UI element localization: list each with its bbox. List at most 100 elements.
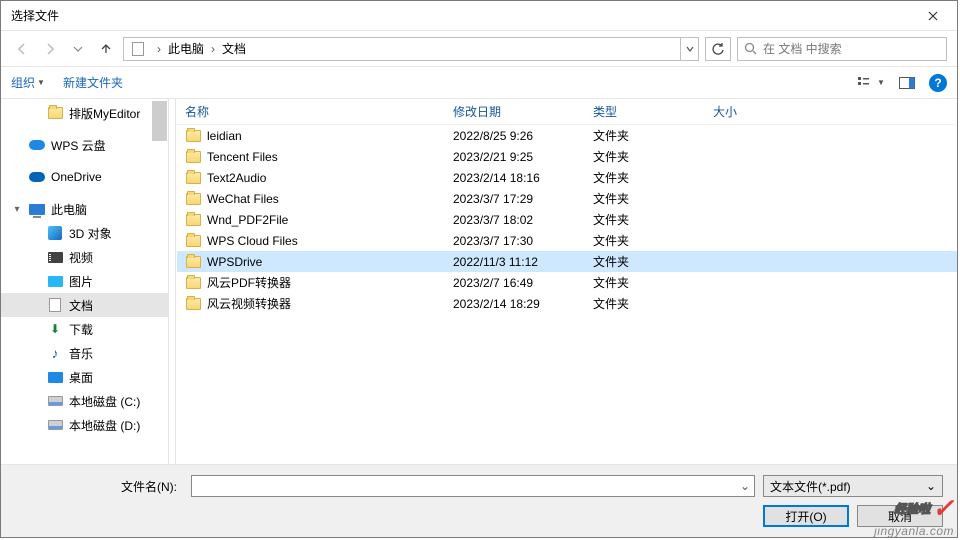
file-name: WPS Cloud Files	[207, 234, 298, 248]
address-bar[interactable]: › 此电脑 › 文档	[123, 37, 699, 61]
folder-icon	[185, 233, 201, 249]
tree-item[interactable]: OneDrive	[1, 165, 168, 189]
tree-item-label: OneDrive	[51, 170, 102, 184]
tree-item-label: 下载	[69, 321, 93, 338]
nav-recent-button[interactable]	[67, 38, 89, 60]
tree-item[interactable]: ⬇下载	[1, 317, 168, 341]
file-type: 文件夹	[585, 211, 705, 228]
file-row[interactable]: Text2Audio2023/2/14 18:16文件夹	[177, 167, 957, 188]
file-name: 风云PDF转换器	[207, 274, 291, 291]
organize-button[interactable]: 组织▼	[11, 74, 45, 91]
file-name: Wnd_PDF2File	[207, 213, 288, 227]
folder-icon	[185, 149, 201, 165]
scrollbar-thumb[interactable]	[152, 101, 167, 141]
refresh-button[interactable]	[705, 37, 731, 61]
dialog-body: 排版MyEditor WPS 云盘 OneDrive ▾此电脑3D 对象视频图片文档⬇…	[1, 99, 957, 464]
tree-item-label: 桌面	[69, 369, 93, 386]
tree-item[interactable]: 3D 对象	[1, 221, 168, 245]
new-folder-button[interactable]: 新建文件夹	[63, 74, 123, 91]
tree-item[interactable]: 本地磁盘 (C:)	[1, 389, 168, 413]
cancel-button[interactable]: 取消	[857, 505, 943, 527]
folder-icon	[185, 128, 201, 144]
folder-icon	[185, 170, 201, 186]
tree-item-label: 排版MyEditor	[69, 105, 140, 122]
column-headers: 名称 修改日期 类型 大小	[177, 99, 957, 125]
nav-forward-button[interactable]	[39, 38, 61, 60]
file-row[interactable]: 风云视频转换器 2023/2/14 18:29文件夹	[177, 293, 957, 314]
obj-icon	[47, 225, 63, 241]
file-name: WPSDrive	[207, 255, 262, 269]
col-type[interactable]: 类型	[585, 103, 705, 120]
tree-item[interactable]: 视频	[1, 245, 168, 269]
path-seg-root[interactable]: 此电脑	[166, 38, 206, 60]
tree-item-label: 图片	[69, 273, 93, 290]
splitter[interactable]	[169, 99, 176, 464]
folder-icon	[185, 275, 201, 291]
help-button[interactable]: ?	[929, 74, 947, 92]
file-name: Text2Audio	[207, 171, 266, 185]
file-rows: leidian2022/8/25 9:26文件夹Tencent Files202…	[177, 125, 957, 464]
file-row[interactable]: Tencent Files2023/2/21 9:25文件夹	[177, 146, 957, 167]
search-input[interactable]: 在 文档 中搜索	[737, 37, 947, 61]
tree-item[interactable]: ♪ 音乐	[1, 341, 168, 365]
file-type: 文件夹	[585, 127, 705, 144]
file-type: 文件夹	[585, 190, 705, 207]
tree-item[interactable]: 图片	[1, 269, 168, 293]
address-dropdown-button[interactable]	[680, 38, 698, 60]
folder-icon	[47, 105, 63, 121]
tree-item[interactable]: 本地磁盘 (D:)	[1, 413, 168, 437]
tree-item[interactable]: WPS 云盘	[1, 133, 168, 157]
view-mode-button[interactable]: ▼	[857, 72, 885, 94]
pc-icon	[29, 201, 45, 217]
file-type-filter[interactable]: 文本文件(*.pdf)⌄	[763, 475, 943, 497]
window-title: 选择文件	[11, 7, 59, 24]
file-row[interactable]: WeChat Files2023/3/7 17:29文件夹	[177, 188, 957, 209]
folder-icon	[185, 212, 201, 228]
chevron-right-icon[interactable]: ›	[206, 38, 220, 60]
music-icon: ♪	[47, 345, 63, 361]
file-date: 2022/11/3 11:12	[445, 255, 585, 269]
file-name: WeChat Files	[207, 192, 279, 206]
file-type: 文件夹	[585, 253, 705, 270]
folder-icon	[185, 254, 201, 270]
file-date: 2022/8/25 9:26	[445, 129, 585, 143]
tree-item-label: WPS 云盘	[51, 137, 106, 154]
chevron-right-icon[interactable]: ›	[152, 38, 166, 60]
disk-icon	[47, 417, 63, 433]
tree-item[interactable]: 排版MyEditor	[1, 101, 168, 125]
col-size[interactable]: 大小	[705, 103, 957, 120]
tree-item[interactable]: ▾此电脑	[1, 197, 168, 221]
navigation-tree: 排版MyEditor WPS 云盘 OneDrive ▾此电脑3D 对象视频图片文档⬇…	[1, 99, 169, 464]
filename-input[interactable]: ⌄	[191, 475, 755, 497]
tree-item-label: 此电脑	[51, 201, 87, 218]
file-row[interactable]: Wnd_PDF2File 2023/3/7 18:02文件夹	[177, 209, 957, 230]
file-type: 文件夹	[585, 295, 705, 312]
col-date[interactable]: 修改日期	[445, 103, 585, 120]
file-date: 2023/2/14 18:29	[445, 297, 585, 311]
file-row[interactable]: 风云PDF转换器2023/2/7 16:49文件夹	[177, 272, 957, 293]
file-date: 2023/2/21 9:25	[445, 150, 585, 164]
file-name: 风云视频转换器	[207, 295, 291, 312]
tree-item[interactable]: 桌面	[1, 365, 168, 389]
dialog-footer: 文件名(N): ⌄ 文本文件(*.pdf)⌄ 打开(O) 取消	[1, 464, 957, 537]
file-date: 2023/3/7 18:02	[445, 213, 585, 227]
tree-item-label: 本地磁盘 (D:)	[69, 417, 140, 434]
close-button[interactable]	[913, 2, 953, 30]
path-seg-folder[interactable]: 文档	[220, 38, 248, 60]
col-name[interactable]: 名称	[177, 103, 445, 120]
file-row[interactable]: WPS Cloud Files2023/3/7 17:30文件夹	[177, 230, 957, 251]
desk-icon	[47, 369, 63, 385]
nav-up-button[interactable]	[95, 38, 117, 60]
tree-item-label: 音乐	[69, 345, 93, 362]
tree-item[interactable]: 文档	[1, 293, 168, 317]
toolbar: 组织▼ 新建文件夹 ▼ ?	[1, 67, 957, 99]
file-type: 文件夹	[585, 148, 705, 165]
img-icon	[47, 273, 63, 289]
file-row[interactable]: WPSDrive 2022/11/3 11:12文件夹	[177, 251, 957, 272]
search-placeholder: 在 文档 中搜索	[763, 40, 842, 57]
preview-pane-button[interactable]	[893, 72, 921, 94]
open-button[interactable]: 打开(O)	[763, 505, 849, 527]
nav-back-button[interactable]	[11, 38, 33, 60]
file-type: 文件夹	[585, 232, 705, 249]
file-row[interactable]: leidian2022/8/25 9:26文件夹	[177, 125, 957, 146]
